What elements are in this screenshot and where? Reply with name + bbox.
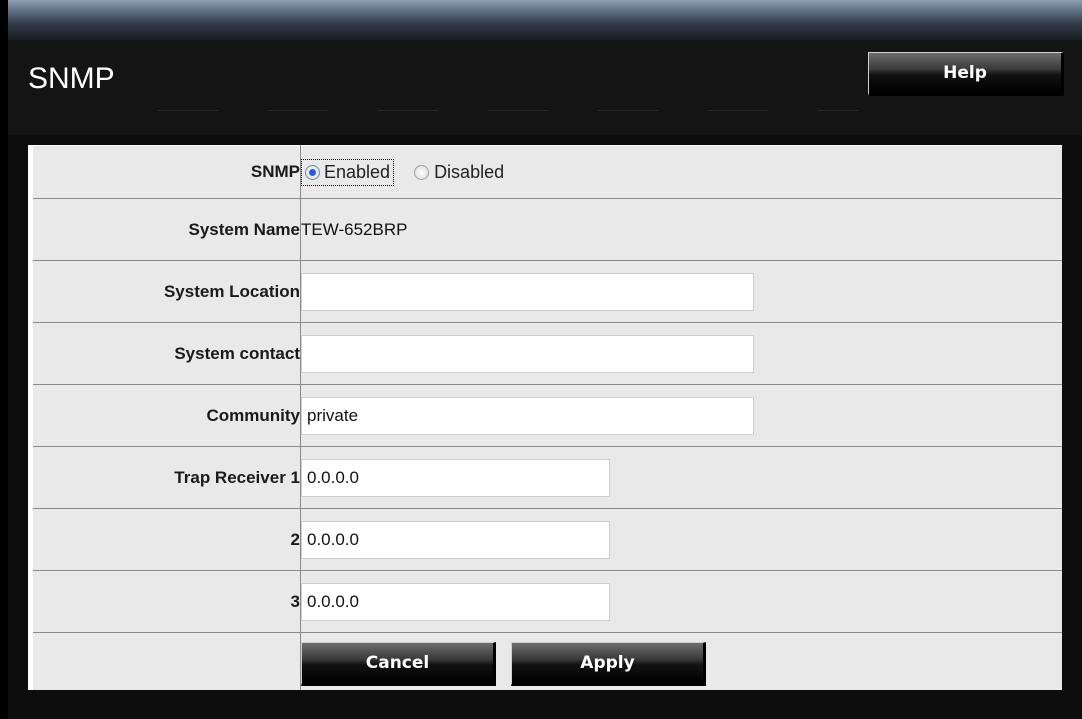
snmp-enabled-label[interactable]: Enabled bbox=[324, 162, 390, 183]
page-header: SNMP Help bbox=[8, 40, 1082, 135]
form-row-trap-receiver-1: Trap Receiver 1 bbox=[30, 446, 1062, 509]
header-divider bbox=[158, 110, 858, 111]
cancel-button[interactable]: Cancel bbox=[301, 641, 496, 686]
trap-receiver-3-input[interactable] bbox=[301, 582, 610, 621]
snmp-radio-group: Enabled Disabled bbox=[300, 145, 1062, 199]
system-location-label: System Location bbox=[30, 260, 301, 323]
form-row-trap-receiver-2: 2 bbox=[30, 508, 1062, 571]
system-name-value: TEW-652BRP bbox=[300, 198, 1062, 261]
form-row-system-location: System Location bbox=[30, 260, 1062, 323]
trap-receiver-1-label: Trap Receiver 1 bbox=[30, 446, 301, 509]
help-button[interactable]: Help bbox=[868, 52, 1064, 96]
footer-strip bbox=[8, 690, 1082, 719]
system-location-input[interactable] bbox=[301, 272, 754, 311]
system-name-label: System Name bbox=[30, 198, 301, 261]
form-row-trap-receiver-3: 3 bbox=[30, 570, 1062, 633]
form-row-system-contact: System contact bbox=[30, 322, 1062, 385]
form-row-system-name: System Name TEW-652BRP bbox=[30, 198, 1062, 261]
community-input[interactable] bbox=[301, 396, 754, 435]
snmp-label: SNMP bbox=[30, 145, 301, 199]
snmp-disabled-radio[interactable] bbox=[414, 164, 430, 180]
system-contact-label: System contact bbox=[30, 322, 301, 385]
trap-receiver-2-input[interactable] bbox=[301, 520, 610, 559]
left-edge bbox=[0, 0, 8, 719]
trap-receiver-2-label: 2 bbox=[30, 508, 301, 571]
system-contact-input[interactable] bbox=[301, 334, 754, 373]
form-row-community: Community bbox=[30, 384, 1062, 447]
snmp-enabled-radio[interactable] bbox=[305, 164, 320, 180]
snmp-enabled-option[interactable]: Enabled bbox=[301, 158, 395, 186]
snmp-settings-form: SNMP Enabled Disabled System Name TEW-65… bbox=[28, 145, 1062, 695]
actions-label-cell bbox=[30, 632, 301, 695]
top-gradient-bar bbox=[8, 0, 1082, 40]
trap-receiver-3-label: 3 bbox=[30, 570, 301, 633]
community-label: Community bbox=[30, 384, 301, 447]
apply-button[interactable]: Apply bbox=[511, 641, 706, 686]
snmp-disabled-label[interactable]: Disabled bbox=[434, 162, 504, 183]
form-row-actions: Cancel Apply bbox=[30, 632, 1062, 695]
form-row-snmp: SNMP Enabled Disabled bbox=[30, 145, 1062, 199]
page-title: SNMP bbox=[28, 62, 115, 95]
snmp-disabled-option[interactable]: Disabled bbox=[414, 162, 504, 183]
trap-receiver-1-input[interactable] bbox=[301, 458, 610, 497]
